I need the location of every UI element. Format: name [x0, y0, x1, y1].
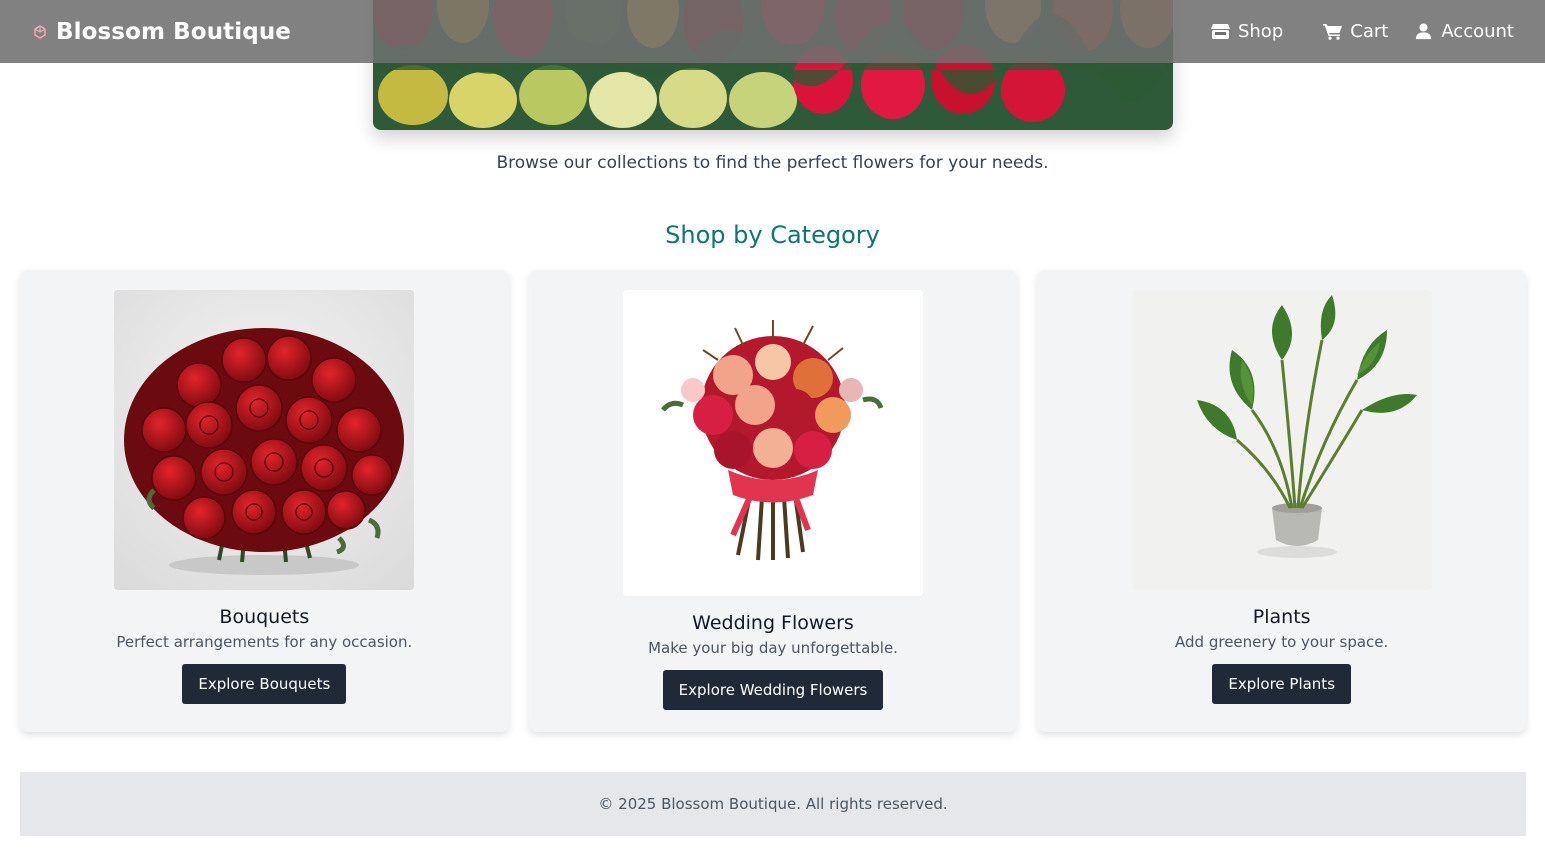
brand-name: Blossom Boutique — [56, 18, 291, 45]
store-icon — [1210, 24, 1230, 39]
category-title: Bouquets — [219, 606, 310, 628]
explore-wedding-flowers-button[interactable]: Explore Wedding Flowers — [662, 670, 884, 710]
nav-shop-link[interactable]: Shop — [1210, 21, 1284, 42]
plants-image[interactable] — [1131, 290, 1432, 590]
category-card-wedding-flowers: Wedding Flowers Make your big day unforg… — [528, 270, 1018, 732]
explore-bouquets-button[interactable]: Explore Bouquets — [182, 664, 347, 704]
nav-account-link[interactable]: Account — [1414, 21, 1514, 42]
category-description: Make your big day unforgettable. — [648, 639, 898, 657]
flower-icon — [34, 24, 46, 39]
category-title: Wedding Flowers — [692, 612, 854, 634]
intro-text: Browse our collections to find the perfe… — [496, 153, 1049, 173]
wedding-flowers-image[interactable] — [623, 290, 923, 596]
category-description: Add greenery to your space. — [1175, 633, 1389, 651]
category-description: Perfect arrangements for any occasion. — [116, 633, 413, 651]
navbar: Blossom Boutique Shop Cart Account — [0, 0, 1545, 63]
brand[interactable]: Blossom Boutique — [33, 19, 291, 45]
user-icon — [1416, 23, 1432, 40]
nav-cart-label: Cart — [1350, 21, 1389, 42]
nav-account-label: Account — [1441, 21, 1514, 42]
explore-plants-button[interactable]: Explore Plants — [1212, 664, 1352, 704]
nav-cart-link[interactable]: Cart — [1323, 21, 1388, 42]
bouquets-image[interactable] — [114, 290, 415, 590]
nav-shop-label: Shop — [1237, 21, 1284, 42]
category-card-bouquets: Bouquets Perfect arrangements for any oc… — [20, 270, 509, 732]
section-title: Shop by Category — [665, 221, 880, 249]
cart-icon — [1323, 24, 1343, 40]
main-nav: Shop Cart Account — [1210, 21, 1514, 42]
footer: © 2025 Blossom Boutique. All rights rese… — [20, 772, 1526, 836]
category-title: Plants — [1252, 606, 1311, 628]
copyright-text: © 2025 Blossom Boutique. All rights rese… — [598, 795, 948, 813]
category-card-plants: Plants Add greenery to your space. Explo… — [1037, 270, 1527, 732]
category-grid: Bouquets Perfect arrangements for any oc… — [20, 270, 1527, 732]
